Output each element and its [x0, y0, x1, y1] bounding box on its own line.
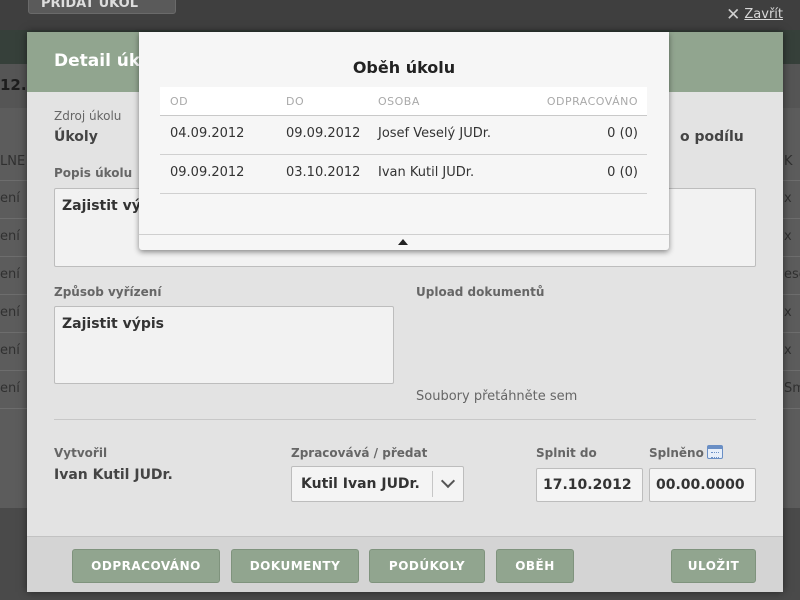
column-header-to: DO — [286, 95, 305, 108]
due-date-input[interactable]: 17.10.2012 — [536, 468, 643, 502]
subtasks-button[interactable]: PODÚKOLY — [369, 549, 485, 583]
background-row-cell: Sm — [784, 381, 800, 396]
row-worked: 0 (0) — [607, 165, 638, 180]
modal-footer: ODPRACOVÁNO DOKUMENTY PODÚKOLY OBĚH ULOŽ… — [27, 536, 783, 592]
background-topbar: PŘIDAT ÚKOL ✕ Zavřít — [0, 0, 800, 30]
add-task-button-label: PŘIDAT ÚKOL — [41, 0, 138, 11]
background-header-left: LNE — [0, 154, 26, 169]
background-row-cell: x — [784, 343, 792, 358]
column-header-from: OD — [170, 95, 189, 108]
background-row-cell: x — [784, 305, 792, 320]
background-row-cell: ení — [0, 381, 20, 396]
row-from: 04.09.2012 — [170, 126, 245, 141]
background-row-cell: x — [784, 191, 792, 206]
resolution-label: Způsob vyřízení — [54, 285, 162, 299]
background-header-right: K — [784, 154, 793, 169]
due-date-value: 17.10.2012 — [543, 477, 632, 493]
popup-table-header: OD DO OSOBA ODPRACOVÁNO — [160, 87, 647, 116]
background-row-cell: ení — [0, 343, 20, 358]
column-header-person: OSOBA — [378, 95, 420, 108]
modal-title: Detail úko — [54, 51, 152, 71]
row-person: Ivan Kutil JUDr. — [378, 165, 475, 180]
close-icon: ✕ — [726, 5, 741, 25]
flow-button-label: OBĚH — [515, 559, 555, 573]
source-label: Zdroj úkolu — [54, 109, 122, 123]
background-row-cell: esc — [784, 267, 800, 282]
row-from: 09.09.2012 — [170, 165, 245, 180]
save-button[interactable]: ULOŽIT — [671, 549, 756, 583]
close-link[interactable]: ✕ Zavřít — [726, 5, 783, 25]
share-label: o podílu — [680, 129, 744, 145]
upload-label: Upload dokumentů — [416, 285, 545, 299]
resolution-textarea[interactable]: Zajistit výpis — [54, 306, 394, 384]
row-person: Josef Veselý JUDr. — [378, 126, 492, 141]
documents-button-label: DOKUMENTY — [249, 559, 341, 573]
task-flow-popup: Oběh úkolu OD DO OSOBA ODPRACOVÁNO 04.09… — [139, 32, 669, 250]
background-row-cell: x — [784, 229, 792, 244]
section-divider — [54, 419, 756, 420]
popup-title: Oběh úkolu — [352, 58, 456, 77]
column-header-worked: ODPRACOVÁNO — [546, 95, 638, 108]
assignee-select[interactable]: Kutil Ivan JUDr. — [291, 466, 464, 502]
subtasks-button-label: PODÚKOLY — [388, 559, 466, 573]
done-date-label: Splněno — [649, 446, 704, 460]
background-row-cell: ení — [0, 229, 20, 244]
row-to: 03.10.2012 — [286, 165, 361, 180]
assignee-label: Zpracovává / předat — [291, 446, 428, 460]
flow-button[interactable]: OBĚH — [496, 549, 574, 583]
collapse-arrow-icon[interactable] — [398, 239, 408, 245]
background-row-cell: ení — [0, 305, 20, 320]
documents-button[interactable]: DOKUMENTY — [231, 549, 359, 583]
created-by-value: Ivan Kutil JUDr. — [54, 467, 173, 483]
done-date-value: 00.00.0000 — [656, 477, 745, 493]
table-row: 04.09.2012 09.09.2012 Josef Veselý JUDr.… — [160, 116, 647, 155]
add-task-button[interactable]: PŘIDAT ÚKOL — [28, 0, 176, 14]
source-value: Úkoly — [54, 129, 98, 145]
created-by-label: Vytvořil — [54, 446, 108, 460]
description-label: Popis úkolu — [54, 166, 133, 180]
row-worked: 0 (0) — [607, 126, 638, 141]
assignee-selected-value: Kutil Ivan JUDr. — [301, 476, 420, 492]
background-row-cell: ení — [0, 191, 20, 206]
popup-divider — [139, 234, 669, 235]
select-separator — [432, 471, 433, 497]
processed-button[interactable]: ODPRACOVÁNO — [72, 549, 220, 583]
row-to: 09.09.2012 — [286, 126, 361, 141]
chevron-down-icon[interactable] — [440, 473, 456, 489]
background-row-cell: ení — [0, 267, 20, 282]
table-row: 09.09.2012 03.10.2012 Ivan Kutil JUDr. 0… — [160, 155, 647, 194]
calendar-icon[interactable] — [707, 445, 723, 459]
resolution-text: Zajistit výpis — [62, 316, 164, 332]
due-date-label: Splnit do — [536, 446, 597, 460]
upload-dropzone[interactable]: Soubory přetáhněte sem — [416, 389, 577, 404]
close-link-label: Zavřít — [744, 7, 783, 22]
save-button-label: ULOŽIT — [687, 559, 740, 573]
done-date-input[interactable]: 00.00.0000 — [649, 468, 756, 502]
processed-button-label: ODPRACOVÁNO — [91, 559, 201, 573]
